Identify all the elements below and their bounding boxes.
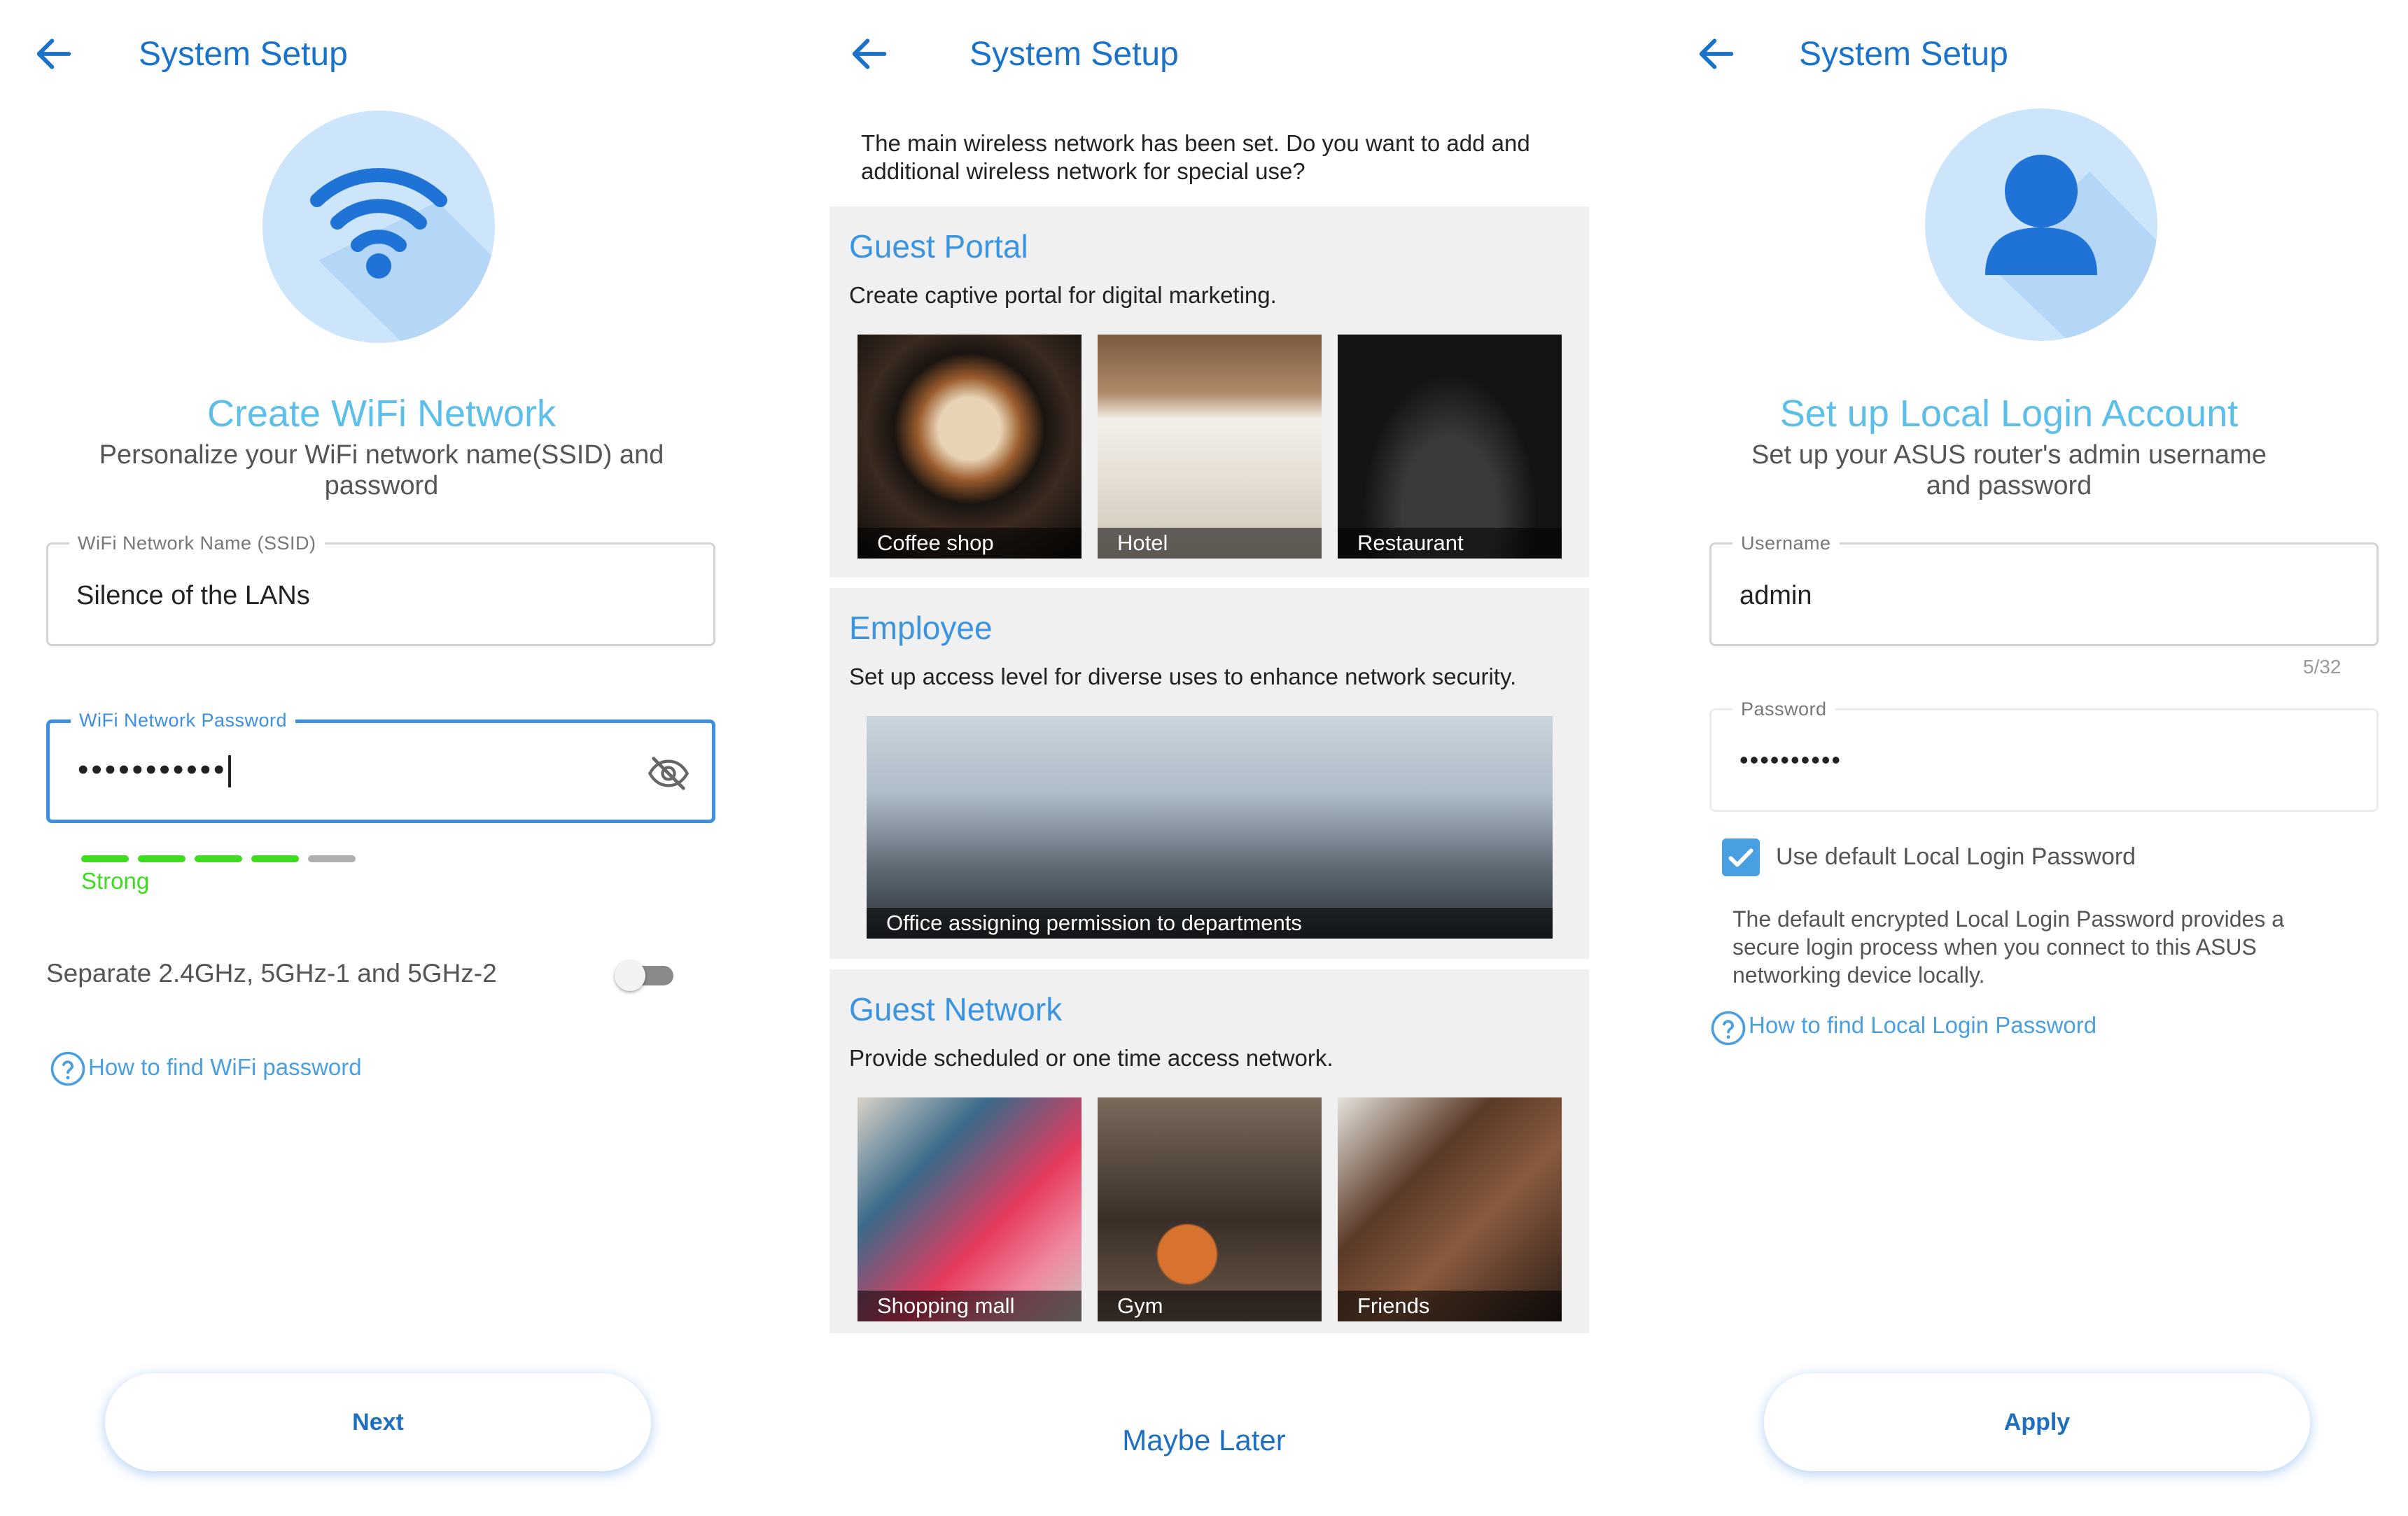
default-password-checkbox[interactable] [1722,838,1760,876]
text-cursor [228,755,232,788]
card-description: Provide scheduled or one time access net… [849,1045,1334,1071]
username-input[interactable]: admin [1740,581,1812,611]
password-label: Password [1732,699,1835,720]
tile-caption: Shopping mall [858,1291,1082,1321]
wifi-password-label: WiFi Network Password [71,710,296,731]
maybe-later-button[interactable]: Maybe Later [798,1424,1610,1457]
strength-segment [81,855,129,862]
apply-button[interactable]: Apply [1764,1373,2310,1471]
card-title: Employee [849,610,993,646]
wifi-icon [310,168,495,343]
local-password-help-text: How to find Local Login Password [1749,1012,2097,1038]
password-input[interactable]: •••••••••• [1740,745,1842,775]
tile-caption: Gym [1098,1291,1322,1321]
coffee-shop-tile[interactable]: Coffee shop [858,335,1082,559]
card-title: Guest Portal [849,228,1028,265]
local-password-help-link[interactable]: How to find Local Login Password [1709,1009,2096,1047]
card-description: Set up access level for diverse uses to … [849,664,1517,689]
friends-tile[interactable]: Friends [1338,1097,1562,1321]
question-circle-icon [50,1051,85,1086]
strength-segment [308,855,356,862]
restaurant-tile[interactable]: Restaurant [1338,335,1562,559]
header-title: System Setup [139,36,348,73]
question-circle-icon [1711,1011,1746,1046]
ssid-field[interactable]: WiFi Network Name (SSID) Silence of the … [46,533,715,646]
separate-bands-label: Separate 2.4GHz, 5GHz-1 and 5GHz-2 [46,959,497,988]
check-icon [1728,848,1754,867]
next-button[interactable]: Next [105,1373,651,1471]
wifi-hero [262,111,495,343]
page-title: Create WiFi Network [206,393,556,435]
password-strength-meter [81,855,365,862]
username-label: Username [1732,533,1840,554]
wifi-setup-screen: System Setup Create WiFi Network Persona… [0,0,798,1516]
eye-off-icon[interactable] [646,751,691,796]
ssid-input[interactable]: Silence of the LANs [76,581,310,611]
username-field[interactable]: Username admin [1709,533,2379,646]
strength-segment [251,855,299,862]
intro-text: The main wireless network has been set. … [861,130,1530,184]
card-title: Guest Network [849,991,1063,1027]
header-title: System Setup [1799,36,2008,73]
password-field[interactable]: Password •••••••••• [1709,699,2379,812]
guest-portal-card[interactable]: Guest Portal Create captive portal for d… [830,206,1589,577]
tile-caption: Restaurant [1338,528,1562,559]
hotel-tile[interactable]: Hotel [1098,335,1322,559]
wifi-password-field[interactable]: WiFi Network Password ••••••••••• [46,710,715,823]
strength-segment [138,855,186,862]
arrow-left-icon[interactable] [1694,31,1739,76]
employee-card[interactable]: Employee Set up access level for diverse… [830,588,1589,959]
card-description: Create captive portal for digital market… [849,282,1277,308]
separate-bands-toggle[interactable] [615,960,675,991]
ssid-label: WiFi Network Name (SSID) [69,533,325,554]
page-title: Set up Local Login Account [1779,393,2239,435]
arrow-left-icon[interactable] [847,31,892,76]
arrow-left-icon[interactable] [31,31,76,76]
additional-network-screen: System Setup The main wireless network h… [798,0,1610,1516]
local-login-screen: System Setup Set up Local Login Account … [1610,0,2408,1516]
wifi-password-help-text: How to find WiFi password [88,1054,362,1080]
default-password-info: The default encrypted Local Login Passwo… [1732,906,2285,988]
shopping-mall-tile[interactable]: Shopping mall [858,1097,1082,1321]
username-char-counter: 5/32 [2303,656,2342,678]
page-subtitle: Personalize your WiFi network name(SSID)… [99,440,664,500]
wifi-password-help-link[interactable]: How to find WiFi password [49,1050,362,1088]
header-title: System Setup [969,36,1179,73]
user-hero [1925,108,2157,341]
tile-caption: Office assigning permission to departmen… [867,908,1553,939]
gym-tile[interactable]: Gym [1098,1097,1322,1321]
password-strength-text: Strong [81,868,150,894]
page-subtitle: Set up your ASUS router's admin username… [1751,440,2267,500]
user-icon [1985,155,2157,341]
tile-caption: Coffee shop [858,528,1082,559]
tile-caption: Friends [1338,1291,1562,1321]
strength-segment [195,855,242,862]
wifi-password-input[interactable]: ••••••••••• [78,752,232,788]
office-tile[interactable]: Office assigning permission to departmen… [867,716,1553,939]
guest-network-card[interactable]: Guest Network Provide scheduled or one t… [830,969,1589,1333]
default-password-label: Use default Local Login Password [1776,843,2136,870]
tile-caption: Hotel [1098,528,1322,559]
